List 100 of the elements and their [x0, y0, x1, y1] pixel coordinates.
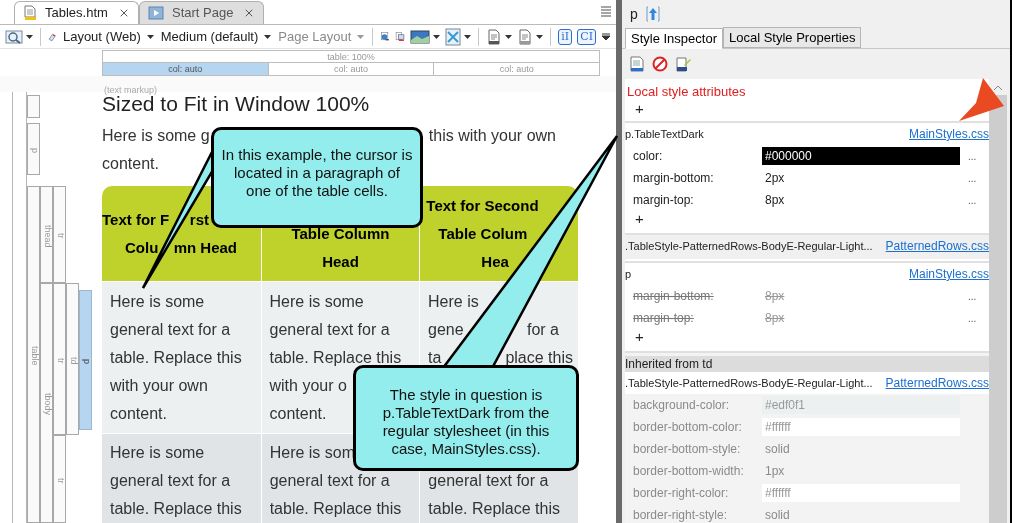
property-value[interactable]: 8px	[762, 191, 960, 209]
add-button[interactable]: +	[635, 211, 644, 227]
more-button[interactable]: ...	[968, 170, 977, 186]
structure-tag[interactable]: td	[66, 283, 79, 435]
property-value[interactable]: #000000	[762, 147, 960, 165]
add-button[interactable]: +	[635, 329, 644, 345]
property-name: margin-top:	[633, 310, 695, 327]
inspector-tab[interactable]: Style Inspector	[625, 28, 723, 49]
tab-label: Tables.htm	[45, 4, 109, 23]
caret-icon	[146, 34, 154, 39]
caret-icon	[357, 34, 365, 39]
body-text: for a	[527, 320, 559, 340]
property-name: border-right-color:	[633, 485, 730, 502]
column-header: Colu	[125, 237, 159, 258]
body-text: table. Replace this	[269, 500, 402, 517]
body-text: Here is	[428, 293, 479, 310]
property-value[interactable]: 8px	[762, 309, 960, 327]
property-value[interactable]: 1px	[762, 462, 960, 480]
callout-text: In this example, the cursor is located in a paragraph of one of the table cells.	[221, 146, 413, 201]
column-header: Table Column	[291, 224, 390, 242]
body-text: content.	[110, 405, 167, 422]
structure-tag[interactable]: tr	[53, 186, 66, 283]
column-width-marker[interactable]: col: auto	[103, 63, 268, 75]
body-text: Here is some	[269, 293, 364, 310]
property-value[interactable]: solid	[762, 440, 960, 458]
document-icon	[517, 28, 534, 45]
snippet-button[interactable]	[517, 28, 544, 45]
column-header: mn Head	[173, 237, 237, 258]
more-button[interactable]: ...	[968, 288, 977, 304]
property-name: border-bottom-style:	[633, 441, 742, 458]
caret-icon	[505, 34, 513, 39]
tab-label: Start Page	[172, 4, 235, 23]
body-text: gene	[428, 320, 464, 340]
property-value[interactable]: #ffffff	[762, 418, 960, 436]
body-text: general text for a	[269, 472, 390, 489]
close-icon[interactable]	[118, 7, 130, 19]
edit-document-icon[interactable]	[676, 56, 692, 72]
body-text: table. Replace this	[110, 500, 242, 517]
magnifier-icon	[5, 28, 23, 45]
variable-button[interactable]	[486, 28, 513, 45]
document-icon	[486, 28, 503, 45]
more-button[interactable]: ...	[968, 192, 977, 208]
structure-tag[interactable]: thead	[40, 186, 53, 283]
more-button[interactable]: ...	[968, 310, 977, 326]
selector-name: p	[625, 266, 632, 282]
stylesheet-link[interactable]: PatternedRows.css	[885, 237, 989, 255]
property-value[interactable]: #ffffff	[762, 484, 960, 502]
property-value[interactable]: solid	[762, 506, 960, 523]
property-value[interactable]: 8px	[762, 287, 960, 305]
structure-tag[interactable]: tr	[53, 435, 66, 523]
letter-button[interactable]: iI	[558, 28, 573, 45]
column-header: Hea	[481, 252, 509, 270]
close-icon[interactable]	[243, 7, 255, 19]
view-dropdown[interactable]: Medium (default)	[159, 26, 273, 47]
no-entry-icon[interactable]	[652, 56, 668, 72]
editor-tab[interactable]: Start Page	[139, 1, 264, 24]
structure-tag[interactable]: p	[79, 290, 92, 430]
stylesheet-link[interactable]: PatternedRows.css	[885, 374, 989, 392]
view-dropdown[interactable]: Layout (Web)	[61, 26, 155, 47]
overflow-caret-icon[interactable]	[601, 32, 611, 41]
letter-button[interactable]: CI	[577, 28, 596, 45]
inspector-tab[interactable]: Local Style Properties	[723, 27, 862, 48]
add-button[interactable]: +	[635, 101, 644, 117]
property-name: margin-bottom:	[633, 170, 715, 187]
stylesheet-link[interactable]: MainStyles.css	[908, 125, 989, 143]
column-header: rst	[189, 209, 209, 230]
property-name: background-color:	[633, 397, 731, 414]
caret-icon	[264, 34, 272, 39]
column-header: Text for Second	[426, 196, 539, 214]
property-name: color:	[633, 148, 664, 165]
caret-icon	[26, 34, 33, 39]
body-text: content.	[269, 405, 327, 422]
callout-text: The style in question is p.TableTextDark from the regular stylesheet (in this case, MainStyles.css).	[382, 386, 550, 459]
image-button[interactable]	[410, 28, 441, 45]
structure-tag[interactable]: table	[27, 186, 40, 523]
body-text: table. Replace this	[269, 349, 402, 366]
editor-tab[interactable]: Tables.htm	[14, 1, 139, 24]
more-button[interactable]: ...	[968, 148, 977, 164]
element-name: p	[630, 4, 638, 24]
crossed-image-icon	[445, 27, 462, 46]
body-text: Here is some	[110, 293, 205, 310]
document-icon[interactable]	[630, 56, 644, 72]
stylesheet-link[interactable]: MainStyles.css	[908, 265, 989, 283]
body-text: Here is some g	[102, 126, 210, 146]
structure-tag[interactable]: p	[27, 123, 40, 175]
preview-button[interactable]	[5, 28, 33, 45]
body-text: general text for a	[269, 321, 390, 338]
body-text: with your o	[269, 377, 347, 394]
structure-tag[interactable]: tbody	[40, 283, 53, 523]
up-arrow-icon[interactable]	[645, 6, 660, 22]
body-text: general text for a	[110, 321, 231, 338]
structure-tag[interactable]: tr	[53, 283, 66, 435]
property-name: margin-bottom:	[633, 288, 715, 305]
image-map-button[interactable]	[445, 27, 472, 46]
body-text: with your own	[110, 377, 208, 394]
document-icon	[23, 5, 37, 21]
property-value[interactable]: 2px	[762, 169, 960, 187]
scrollbar[interactable]	[989, 79, 1007, 523]
scroll-up-icon[interactable]	[994, 84, 1002, 90]
section-title: Local style attributes	[626, 83, 747, 101]
